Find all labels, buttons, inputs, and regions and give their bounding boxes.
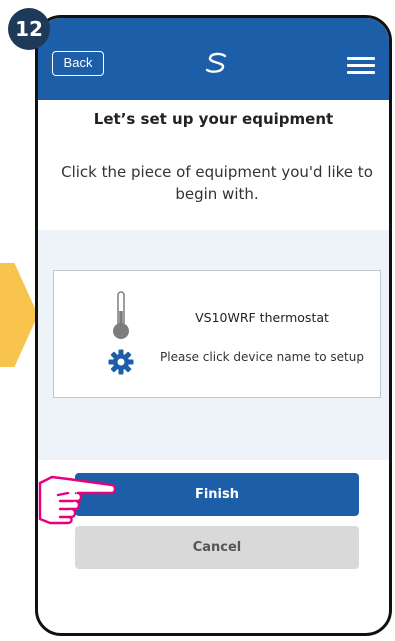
device-setup-hint: Please click device name to setup <box>160 350 364 364</box>
device-name-link[interactable]: VS10WRF thermostat <box>152 310 372 325</box>
device-card[interactable]: VS10WRF thermostat Please click device n… <box>53 270 381 398</box>
cancel-button[interactable]: Cancel <box>75 526 359 569</box>
thermometer-icon <box>113 291 129 339</box>
gear-icon <box>108 349 134 375</box>
pointer-arrow-shape <box>0 263 38 367</box>
top-nav-bar: Back <box>38 18 389 100</box>
page-subtitle: Click the piece of equipment you'd like … <box>61 163 373 203</box>
back-button[interactable]: Back <box>52 51 104 76</box>
brand-s-logo-icon <box>205 52 227 73</box>
step-number-badge: 12 <box>8 8 50 50</box>
page-title: Let’s set up your equipment <box>93 110 334 128</box>
equipment-panel: VS10WRF thermostat Please click device n… <box>38 230 389 460</box>
pointing-hand-icon <box>38 475 117 525</box>
phone-frame: Back Let’s set up your equipment Click t… <box>35 15 392 636</box>
hamburger-menu-icon[interactable] <box>347 57 375 74</box>
